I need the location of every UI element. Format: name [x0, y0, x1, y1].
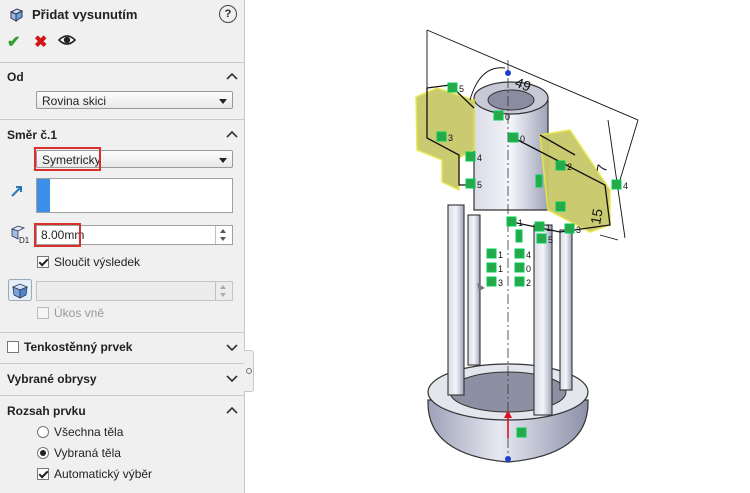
svg-text:1: 1: [546, 223, 551, 233]
all-bodies-radio[interactable]: [37, 426, 49, 438]
divider: [0, 62, 244, 63]
direction-selection-box[interactable]: [36, 178, 233, 213]
svg-text:D1: D1: [19, 236, 30, 244]
svg-text:3: 3: [576, 225, 581, 235]
svg-text:4: 4: [477, 153, 482, 163]
cancel-button[interactable]: ✖: [34, 32, 47, 52]
svg-text:3: 3: [448, 133, 453, 143]
divider: [0, 119, 244, 120]
svg-text:1: 1: [498, 250, 503, 260]
auto-select-label: Automatický výběr: [54, 467, 153, 481]
preview-eye-icon[interactable]: [58, 33, 76, 47]
svg-text:4: 4: [526, 250, 531, 260]
section-title-feature-scope: Rozsah prvku: [7, 404, 86, 418]
section-title-selected-contours: Vybrané obrysy: [7, 372, 97, 386]
from-select[interactable]: Rovina skici: [36, 91, 233, 109]
auto-select-checkbox[interactable]: [37, 468, 49, 480]
help-icon[interactable]: ?: [219, 5, 237, 23]
selected-bodies-label: Vybraná těla: [54, 446, 121, 460]
all-bodies-label: Všechna těla: [54, 425, 124, 439]
merge-result-label: Sloučit výsledek: [54, 255, 141, 269]
divider: [0, 363, 244, 364]
divider: [0, 332, 244, 333]
property-manager-panel: Přidat vysunutím ? ✔ ✖ Od Rovina skici S…: [0, 0, 245, 493]
depth-dimension-icon: D1: [10, 225, 30, 244]
panel-header: Přidat vysunutím ?: [0, 0, 244, 30]
panel-title: Přidat vysunutím: [32, 7, 138, 22]
svg-text:2: 2: [526, 278, 531, 288]
highlight-frame: [34, 223, 81, 247]
svg-text:3: 3: [498, 278, 503, 288]
selection-focus-bar: [37, 179, 50, 212]
thin-feature-checkbox[interactable]: [7, 341, 19, 353]
dimension-small-label[interactable]: 7: [593, 163, 610, 174]
chevron-up-icon[interactable]: [226, 406, 238, 414]
svg-text:5: 5: [459, 84, 464, 94]
section-title-from: Od: [7, 70, 24, 84]
draft-spinner[interactable]: [215, 282, 232, 300]
svg-text:1: 1: [518, 218, 523, 228]
highlight-frame: [34, 147, 101, 171]
chevron-down-icon[interactable]: [226, 343, 238, 351]
panel-collapse-handle[interactable]: [244, 350, 254, 392]
ok-button[interactable]: ✔: [7, 32, 20, 52]
depth-spinner[interactable]: [215, 226, 232, 244]
chevron-up-icon[interactable]: [226, 72, 238, 80]
svg-text:5: 5: [477, 180, 482, 190]
svg-text:0: 0: [526, 264, 531, 274]
extrude-boss-icon: [9, 8, 24, 22]
dropdown-arrow-icon: [219, 158, 227, 163]
from-select-value: Rovina skici: [42, 94, 107, 108]
svg-text:1: 1: [498, 264, 503, 274]
draft-angle-input[interactable]: [36, 281, 233, 301]
svg-text:0: 0: [520, 134, 525, 144]
central-tube: [473, 81, 549, 211]
direction-arrow-icon[interactable]: [10, 184, 24, 198]
chevron-up-icon[interactable]: [226, 130, 238, 138]
svg-text:4: 4: [623, 181, 628, 191]
dropdown-arrow-icon: [219, 99, 227, 104]
draft-outward-checkbox[interactable]: [37, 307, 49, 319]
selected-bodies-radio[interactable]: [37, 447, 49, 459]
draft-icon[interactable]: [8, 279, 32, 301]
merge-result-checkbox[interactable]: [37, 256, 49, 268]
graphics-viewport[interactable]: 49 15 7 5 3 4 5 0 0 2 4 1 3 1 5 1 3 4 0 …: [254, 0, 750, 493]
svg-text:5: 5: [548, 235, 553, 245]
draft-outward-label: Úkos vně: [54, 306, 105, 320]
section-title-thin-feature: Tenkostěnný prvek: [24, 340, 133, 354]
dimension-depth-label[interactable]: 15: [587, 207, 605, 225]
chevron-down-icon[interactable]: [226, 374, 238, 382]
svg-text:0: 0: [505, 112, 510, 122]
divider: [0, 395, 244, 396]
section-title-direction1: Směr č.1: [7, 128, 58, 142]
svg-text:2: 2: [567, 162, 572, 172]
